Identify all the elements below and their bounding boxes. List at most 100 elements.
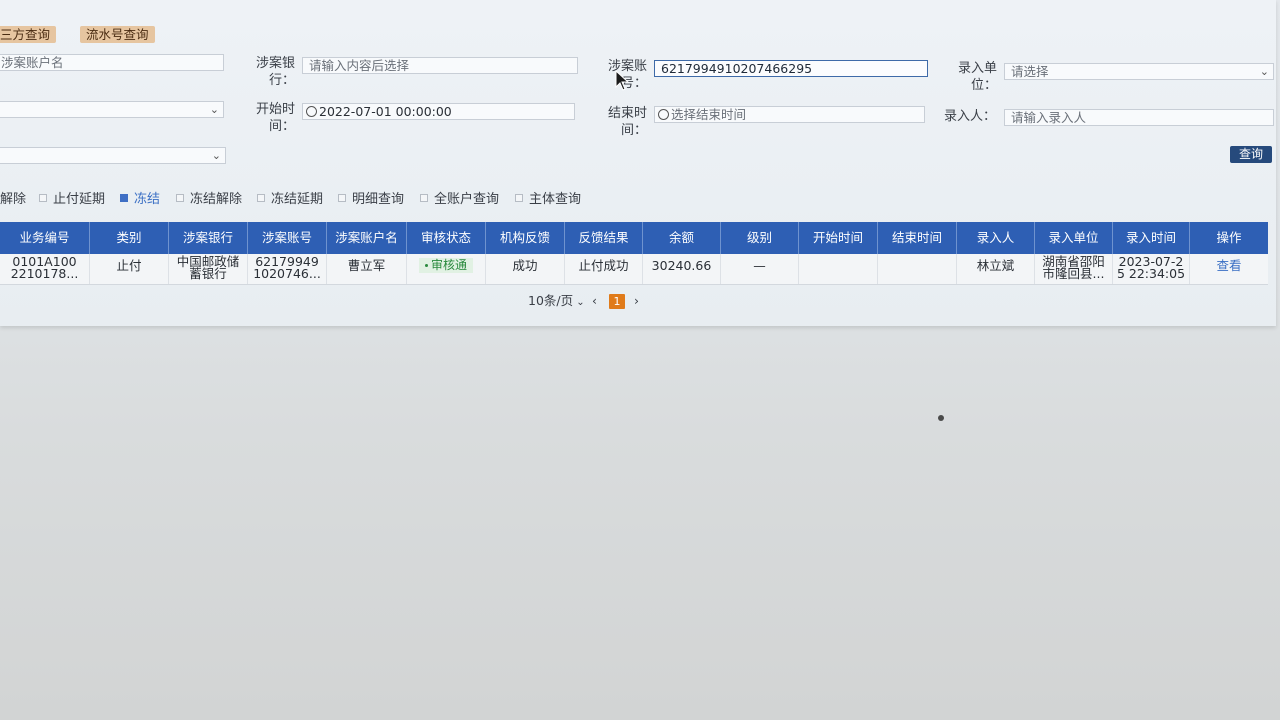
next-page-button[interactable]: › <box>634 292 639 310</box>
filter-release[interactable]: 解除 <box>0 191 26 208</box>
mouse-cursor-icon <box>615 70 630 91</box>
col-account-no: 涉案账号 <box>248 222 327 254</box>
entrant-label: 录入人： <box>944 109 997 124</box>
cell-entrant: 林立斌 <box>957 254 1035 284</box>
col-action: 操作 <box>1216 230 1242 245</box>
query-panel: 三方查询 流水号查询 涉案账户名 涉案银 行： 请输入内容后选择 涉案账 号： … <box>0 0 1276 326</box>
end-time-placeholder: 选择结束时间 <box>671 107 747 122</box>
col-balance: 余额 <box>643 222 721 254</box>
page-1-button[interactable]: 1 <box>609 294 625 309</box>
start-time-input[interactable]: 2022-07-01 00:00:00 <box>302 103 575 120</box>
account-name-input[interactable]: 涉案账户名 <box>0 54 224 71</box>
start-time-value: 2022-07-01 00:00:00 <box>319 104 452 119</box>
view-link[interactable]: 查看 <box>1190 254 1268 284</box>
col-account-name: 涉案账户名 <box>327 222 407 254</box>
cell-text: 1020746... <box>253 266 321 281</box>
cell-text: 蓄银行 <box>189 266 227 281</box>
bank-label: 涉案银 行： <box>255 55 295 89</box>
col-biz-no: 业务编号 <box>0 222 90 254</box>
chevron-down-icon: ⌄ <box>211 149 221 162</box>
filter-release-label: 解除 <box>0 192 27 207</box>
serial-number-query-tab[interactable]: 流水号查询 <box>80 26 155 43</box>
cell-start-time <box>799 254 878 284</box>
filter-subject-query[interactable]: 主体查询 <box>515 191 581 208</box>
status-badge-text: 审核通 <box>430 258 467 272</box>
table-row: 0101A100 2210178... 止付 中国邮政储 蓄银行 6217994… <box>0 254 1268 285</box>
third-party-query-tab[interactable]: 三方查询 <box>0 26 57 43</box>
end-time-label-line2: 间： <box>620 123 647 138</box>
cell-balance: 30240.66 <box>643 254 721 284</box>
col-entrant: 录入人 <box>957 222 1035 254</box>
col-start-time: 开始时间 <box>799 222 878 254</box>
chevron-down-icon: ⌄ <box>573 297 585 308</box>
cell-bank: 中国邮政储 蓄银行 <box>169 254 248 284</box>
filter-freeze[interactable]: 冻结 <box>120 191 160 208</box>
filter-label: 止付延期 <box>53 192 106 207</box>
cell-category: 止付 <box>90 254 169 284</box>
cell-account-name: 曹立军 <box>327 254 407 284</box>
cell-text: 市隆回县... <box>1042 266 1105 281</box>
cell-feedback-result: 止付成功 <box>565 254 643 284</box>
clock-icon <box>306 106 317 117</box>
cell-text: 2210178... <box>10 266 79 281</box>
cell-org-feedback: 成功 <box>486 254 565 284</box>
checkbox-icon <box>176 194 184 202</box>
filter-label: 全账户查询 <box>434 192 500 207</box>
cell-text: 5 22:34:05 <box>1116 266 1186 281</box>
unit-label-line2: 位： <box>970 78 997 93</box>
col-feedback-result: 反馈结果 <box>565 222 643 254</box>
filter-all-accounts-query[interactable]: 全账户查询 <box>420 191 499 208</box>
entrant-input[interactable]: 请输入录入人 <box>1004 109 1274 126</box>
cell-end-time <box>878 254 957 284</box>
status-dot-icon <box>424 264 428 267</box>
filter-label: 冻结延期 <box>271 192 324 207</box>
col-end-time: 结束时间 <box>878 222 957 254</box>
filter-stop-payment-extension[interactable]: 止付延期 <box>39 191 105 208</box>
cell-audit-status: 审核通 <box>407 254 486 284</box>
left-select-1[interactable]: ⌄ <box>0 101 224 118</box>
col-audit-status: 审核状态 <box>407 222 486 254</box>
account-no-input[interactable]: 6217994910207466295 <box>654 60 928 77</box>
query-button[interactable]: 查询 <box>1230 146 1272 163</box>
filter-label: 主体查询 <box>529 192 582 207</box>
start-time-label-line1: 开始时 <box>255 102 295 117</box>
unit-label: 录入单 位： <box>955 60 997 94</box>
checkbox-checked-icon <box>120 194 128 202</box>
cell-level: — <box>721 254 799 284</box>
checkbox-icon <box>257 194 265 202</box>
checkbox-icon <box>39 194 47 202</box>
bank-input[interactable]: 请输入内容后选择 <box>302 57 578 74</box>
col-bank: 涉案银行 <box>169 222 248 254</box>
filter-label: 冻结解除 <box>190 192 243 207</box>
chevron-down-icon: ⌄ <box>1259 65 1269 78</box>
filter-detail-query[interactable]: 明细查询 <box>338 191 404 208</box>
cell-unit: 湖南省邵阳 市隆回县... <box>1035 254 1113 284</box>
checkbox-icon <box>515 194 523 202</box>
page-size-select[interactable]: 10条/页 ⌄ <box>528 292 585 312</box>
col-category: 类别 <box>90 222 169 254</box>
cell-entry-time: 2023-07-2 5 22:34:05 <box>1113 254 1190 284</box>
unit-select[interactable]: 请选择 ⌄ <box>1004 63 1274 80</box>
screen-speck <box>938 415 944 421</box>
status-badge: 审核通 <box>418 258 473 273</box>
col-level: 级别 <box>721 222 799 254</box>
cell-account-no: 62179949 1020746... <box>248 254 327 284</box>
filter-freeze-extension[interactable]: 冻结延期 <box>257 191 323 208</box>
filter-freeze-release[interactable]: 冻结解除 <box>176 191 242 208</box>
left-select-2[interactable]: ⌄ <box>0 147 226 164</box>
prev-page-button[interactable]: ‹ <box>592 292 597 310</box>
page-size-value: 10条/页 <box>528 293 574 308</box>
results-table-header: 业务编号 类别 涉案银行 涉案账号 涉案账户名 审核状态 机构反馈 反馈结果 余… <box>0 222 1268 254</box>
checkbox-icon <box>338 194 346 202</box>
unit-select-value: 请选择 <box>1011 64 1049 79</box>
end-time-label-line1: 结束时 <box>607 106 647 121</box>
checkbox-icon <box>420 194 428 202</box>
col-entry-time: 录入时间 <box>1113 222 1190 254</box>
end-time-input[interactable]: 选择结束时间 <box>654 106 925 123</box>
start-time-label: 开始时 间： <box>255 101 295 135</box>
bank-label-line2: 行： <box>268 73 295 88</box>
chevron-down-icon: ⌄ <box>209 103 219 116</box>
unit-label-line1: 录入单 <box>957 61 997 76</box>
bank-label-line1: 涉案银 <box>255 56 295 71</box>
col-org-feedback: 机构反馈 <box>486 222 565 254</box>
